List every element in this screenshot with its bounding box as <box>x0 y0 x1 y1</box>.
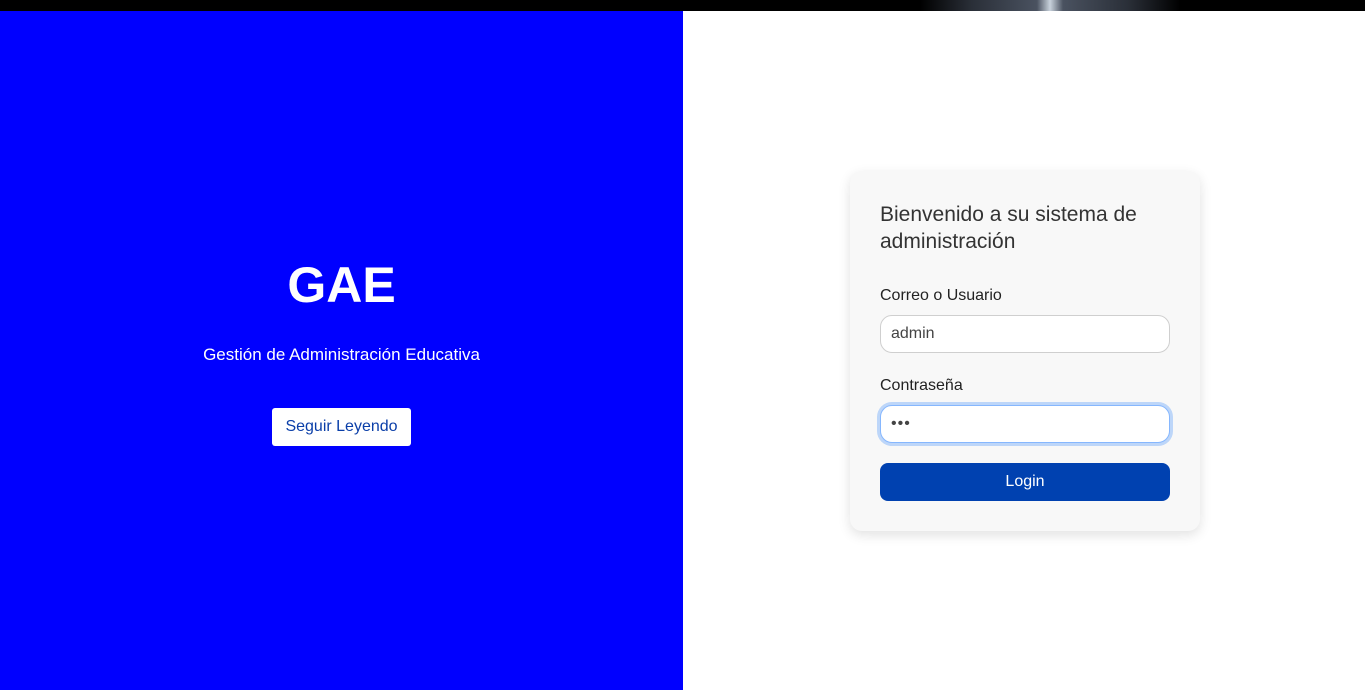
brand-title: GAE <box>287 257 396 313</box>
login-heading: Bienvenido a su sistema de administració… <box>880 203 1137 253</box>
password-field-label: Contraseña <box>880 377 963 394</box>
password-input[interactable] <box>880 405 1170 443</box>
brand-subtitle: Gestión de Administración Educativa <box>203 345 480 364</box>
login-card: Bienvenido a su sistema de administració… <box>850 171 1200 531</box>
login-button[interactable]: Login <box>880 463 1170 501</box>
hero-panel: GAE Gestión de Administración Educativa … <box>0 11 683 690</box>
user-input[interactable] <box>880 315 1170 353</box>
read-more-button[interactable]: Seguir Leyendo <box>272 408 411 446</box>
top-image-strip <box>0 0 1365 11</box>
user-field-label: Correo o Usuario <box>880 287 1002 304</box>
header-image-fragment <box>920 0 1180 11</box>
